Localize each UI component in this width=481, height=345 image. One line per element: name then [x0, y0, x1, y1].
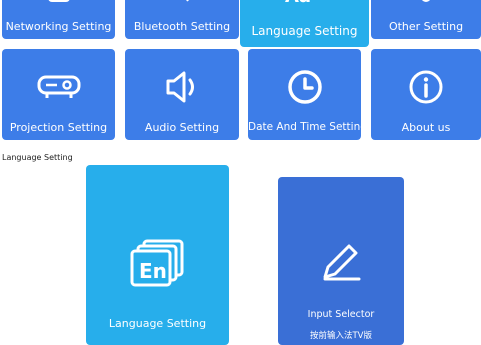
tile-label: Other Setting — [388, 20, 464, 33]
tile-label: Networking Setting — [5, 20, 112, 33]
clock-icon — [286, 68, 324, 110]
svg-text:Aa: Aa — [285, 0, 311, 4]
tile-bluetooth-setting[interactable]: Bluetooth Setting — [125, 0, 239, 39]
tile-audio-setting[interactable]: Audio Setting — [125, 49, 239, 140]
tile-label: Projection Setting — [9, 121, 108, 134]
tile-label: About us — [401, 121, 451, 134]
tile-networking-setting[interactable]: Networking Setting — [2, 0, 115, 39]
other-icon — [418, 0, 434, 9]
projector-icon — [37, 71, 81, 105]
bluetooth-icon — [172, 0, 192, 9]
info-icon — [408, 69, 444, 109]
tile-label: Language Setting — [251, 24, 358, 38]
input-selector-card[interactable]: Input Selector 按前输入法TV版 — [278, 177, 404, 345]
language-setting-card[interactable]: En Language Setting — [86, 165, 229, 345]
tile-label: Date And Time Setting — [248, 121, 361, 133]
tile-label: Audio Setting — [144, 121, 220, 134]
network-icon — [46, 0, 72, 9]
language-icon: Aa — [283, 0, 327, 8]
tile-about-us[interactable]: About us — [371, 49, 481, 140]
tile-other-setting[interactable]: Other Setting — [371, 0, 481, 39]
card-sublabel: 按前输入法TV版 — [309, 331, 372, 341]
tile-projection-setting[interactable]: Projection Setting — [2, 49, 115, 140]
speaker-icon — [162, 69, 202, 109]
pen-icon — [319, 239, 363, 287]
tile-language-setting-selected[interactable]: Aa Language Setting — [240, 0, 369, 47]
card-label: Input Selector — [307, 309, 375, 320]
svg-text:En: En — [139, 259, 167, 283]
tile-date-time-setting[interactable]: Date And Time Setting — [248, 49, 361, 140]
tile-label: Bluetooth Setting — [133, 20, 231, 33]
language-en-icon: En — [130, 239, 186, 293]
card-label: Language Setting — [108, 317, 207, 330]
section-title: Language Setting — [2, 153, 73, 162]
